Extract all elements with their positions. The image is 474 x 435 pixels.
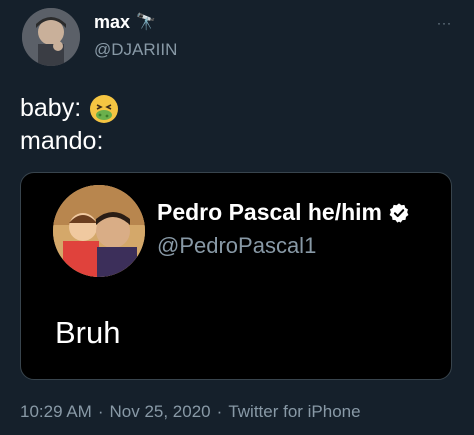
more-options-icon[interactable]: ··· [437, 16, 452, 30]
quoted-author-avatar[interactable] [53, 185, 145, 277]
quoted-tweet-text: Bruh [55, 315, 121, 350]
tweet-line-2: mando: [20, 125, 119, 158]
author-name-text: max [94, 12, 131, 32]
quoted-author-handle[interactable]: @PedroPascal1 [157, 233, 316, 259]
tweet-time[interactable]: 10:29 AM [20, 402, 92, 422]
quoted-author-avatar-image [53, 185, 145, 277]
author-name[interactable]: max 🔭 [94, 12, 156, 33]
meta-separator-2: · [216, 402, 223, 421]
tweet-line-2-text: mando: [20, 127, 104, 155]
nauseated-face-icon [90, 94, 119, 123]
author-handle[interactable]: @DJARIIN [94, 40, 177, 60]
telescope-icon: 🔭 [136, 13, 156, 31]
tweet-line-1-text: baby: [20, 94, 82, 122]
tweet-date[interactable]: Nov 25, 2020 [110, 402, 211, 422]
author-avatar-image [22, 8, 80, 66]
quoted-tweet-card[interactable]: Pedro Pascal he/him @PedroPascal1 Bruh [20, 172, 452, 380]
meta-separator-1: · [97, 402, 104, 421]
author-avatar[interactable] [22, 8, 80, 66]
quoted-author-name-text: Pedro Pascal he/him [157, 199, 382, 225]
quoted-author-name[interactable]: Pedro Pascal he/him [157, 199, 410, 226]
tweet-source[interactable]: Twitter for iPhone [228, 402, 360, 422]
tweet-metadata: 10:29 AM · Nov 25, 2020 · Twitter for iP… [20, 402, 361, 422]
tweet-line-1: baby: [20, 92, 119, 125]
tweet-text: baby: mando: [20, 92, 119, 158]
verified-badge-icon [389, 202, 409, 223]
